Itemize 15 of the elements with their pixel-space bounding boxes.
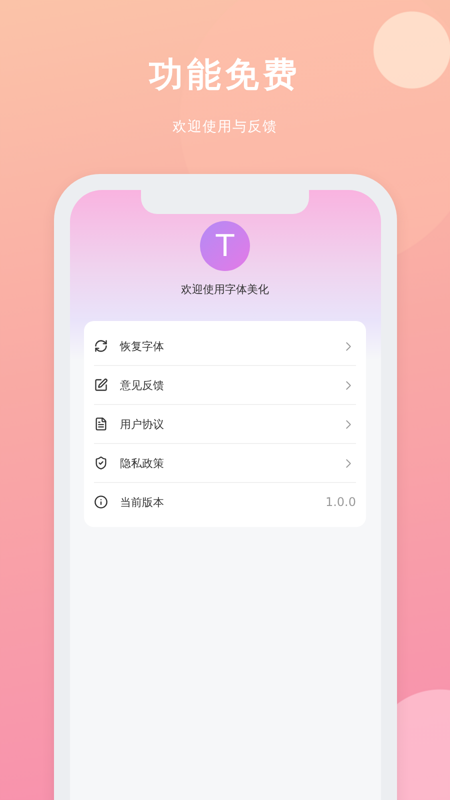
refresh-icon <box>94 339 108 353</box>
menu-item[interactable]: 意见反馈 <box>120 378 341 392</box>
menu-item[interactable]: 隐私政策 <box>120 456 341 470</box>
info-icon <box>94 495 108 509</box>
edit-icon <box>94 378 108 392</box>
welcome-text: 欢迎使用字体美化 <box>181 282 269 297</box>
subtitle: 欢迎使用与反馈 <box>172 118 278 136</box>
headline: 功能免费 <box>149 54 301 97</box>
menu-item[interactable]: 恢复字体 <box>120 338 341 354</box>
shield-check-icon <box>94 456 108 470</box>
menu-item[interactable]: 用户协议 <box>120 416 341 432</box>
version-value: 1.0.0 <box>325 495 356 509</box>
app-logo: T <box>200 221 250 271</box>
menu-item[interactable]: 当前版本 <box>120 494 326 510</box>
document-icon <box>94 417 108 431</box>
